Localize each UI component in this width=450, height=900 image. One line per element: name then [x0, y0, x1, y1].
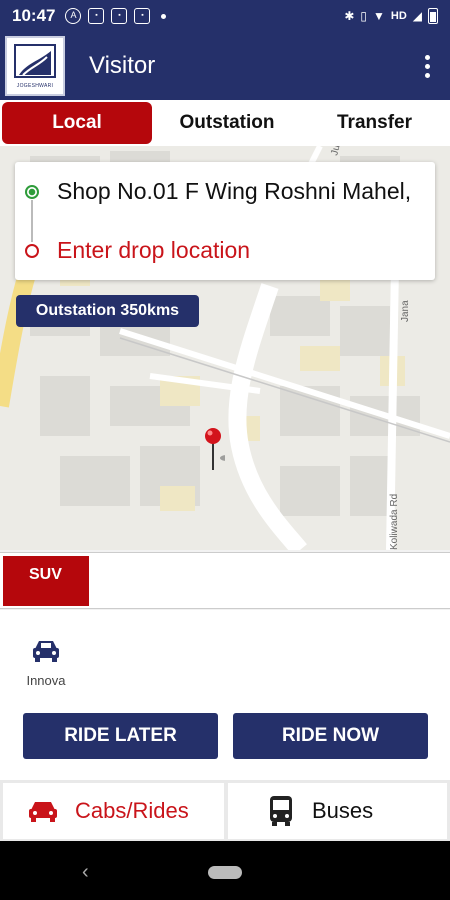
logo-mark-icon — [14, 44, 56, 78]
ride-now-button[interactable]: RIDE NOW — [233, 713, 428, 759]
pickup-location[interactable]: Shop No.01 F Wing Roshni Mahel, — [57, 178, 411, 205]
network-label: HD — [390, 10, 407, 22]
a-circle-icon: A — [65, 8, 82, 24]
outstation-badge[interactable]: Outstation 350kms — [16, 295, 199, 327]
tab-local[interactable]: Local — [2, 102, 152, 144]
location-card: Shop No.01 F Wing Roshni Mahel, Enter dr… — [15, 162, 435, 280]
drop-location-input[interactable]: Enter drop location — [57, 237, 250, 264]
vehicle-list: Innova — [0, 610, 450, 700]
tab-transfer[interactable]: Transfer — [302, 102, 447, 144]
wifi-icon: ▼ — [372, 9, 385, 23]
map-road-label: Jub — [329, 146, 344, 157]
notification-icon: ▪ — [88, 8, 105, 24]
vehicle-name: Innova — [26, 673, 66, 688]
nav-cabs-rides[interactable]: Cabs/Rides — [3, 783, 224, 839]
tab-outstation[interactable]: Outstation — [152, 102, 302, 144]
bus-icon — [270, 796, 292, 826]
vibrate-icon: ▯ — [360, 9, 367, 23]
overflow-menu-icon[interactable] — [425, 54, 430, 78]
ride-type-tabs: Local Outstation Transfer — [0, 100, 450, 146]
notification-icon: ▪ — [134, 8, 151, 24]
signal-icon: ◢ — [412, 9, 422, 23]
photo-icon: ▪ — [111, 8, 128, 24]
map-road-label: Koliwada Rd — [389, 494, 400, 550]
car-front-icon — [33, 641, 59, 662]
nav-buses[interactable]: Buses — [228, 783, 447, 839]
ride-later-button[interactable]: RIDE LATER — [23, 713, 218, 759]
pickup-row[interactable]: Shop No.01 F Wing Roshni Mahel, — [15, 162, 435, 221]
vehicle-category-row: SUV — [0, 552, 450, 609]
status-time: 10:47 — [12, 6, 56, 25]
bluetooth-icon: ✱ — [344, 9, 355, 23]
map-road-label: Jana — [400, 300, 411, 322]
status-bar: 10:47 A ▪ ▪ ▪ ✱ ▯ ▼ HD ◢ — [0, 0, 450, 32]
map-pin-icon — [205, 428, 225, 470]
status-right: ✱ ▯ ▼ HD ◢ — [344, 8, 438, 24]
back-icon[interactable]: ‹ — [82, 861, 89, 884]
app-logo: JOGESHWARI — [5, 36, 65, 96]
dot-icon — [161, 13, 167, 19]
home-pill-icon[interactable] — [208, 866, 242, 879]
category-tab-suv[interactable]: SUV — [3, 556, 89, 606]
bottom-nav: Cabs/Rides Buses — [0, 780, 450, 841]
app-title: Visitor — [89, 52, 156, 79]
battery-icon — [428, 8, 438, 24]
app-bar: JOGESHWARI Visitor — [0, 32, 450, 100]
nav-buses-label: Buses — [312, 798, 374, 823]
ride-actions: RIDE LATER RIDE NOW — [0, 700, 450, 780]
logo-text: JOGESHWARI — [16, 83, 54, 89]
nav-cabs-label: Cabs/Rides — [75, 798, 189, 823]
vehicle-option[interactable]: Innova — [22, 638, 70, 688]
pickup-marker-icon — [25, 184, 39, 199]
drop-row[interactable]: Enter drop location — [15, 221, 435, 280]
car-icon — [29, 802, 57, 822]
system-nav-bar: ‹ — [0, 841, 450, 900]
drop-marker-icon — [25, 243, 39, 258]
